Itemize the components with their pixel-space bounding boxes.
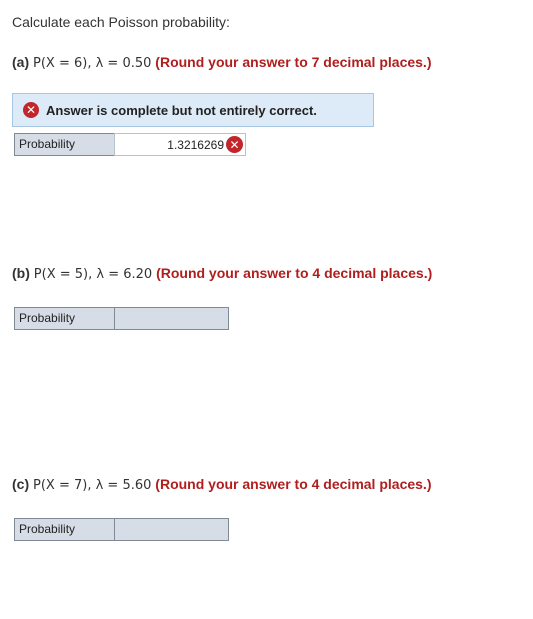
probability-label-a: Probability <box>14 133 114 156</box>
probability-input-b[interactable] <box>114 307 229 330</box>
answer-status-text: Answer is complete but not entirely corr… <box>46 102 317 118</box>
part-a-expression: P(X = 6), λ = 0.50 <box>33 56 152 71</box>
answer-status-banner: ✕ Answer is complete but not entirely co… <box>12 93 374 127</box>
part-a-instruction: (Round your answer to 7 decimal places.) <box>155 54 432 70</box>
answer-row-a: Probability 1.3216269 ✕ <box>14 133 246 156</box>
probability-value-a: 1.3216269 <box>167 137 224 152</box>
part-b-expression: P(X = 5), λ = 6.20 <box>33 267 153 282</box>
question-intro: Calculate each Poisson probability: <box>12 14 230 30</box>
answer-row-b: Probability <box>14 307 229 330</box>
part-c-instruction: (Round your answer to 4 decimal places.) <box>155 476 432 492</box>
probability-input-c[interactable] <box>114 518 229 541</box>
part-b-prompt: (b) P(X = 5), λ = 6.20 (Round your answe… <box>12 265 432 282</box>
answer-row-c: Probability <box>14 518 229 541</box>
x-circle-icon: ✕ <box>23 102 39 118</box>
part-c-label: (c) <box>12 476 30 492</box>
probability-label-c: Probability <box>14 518 114 541</box>
probability-label-b: Probability <box>14 307 114 330</box>
part-c-prompt: (c) P(X = 7), λ = 5.60 (Round your answe… <box>12 476 431 493</box>
probability-input-a[interactable]: 1.3216269 ✕ <box>114 133 246 156</box>
part-a-label: (a) <box>12 54 30 70</box>
part-c-expression: P(X = 7), λ = 5.60 <box>33 478 152 493</box>
part-b-instruction: (Round your answer to 4 decimal places.) <box>156 265 433 281</box>
incorrect-x-icon: ✕ <box>226 136 243 153</box>
part-b-label: (b) <box>12 265 30 281</box>
part-a-prompt: (a) P(X = 6), λ = 0.50 (Round your answe… <box>12 54 431 71</box>
